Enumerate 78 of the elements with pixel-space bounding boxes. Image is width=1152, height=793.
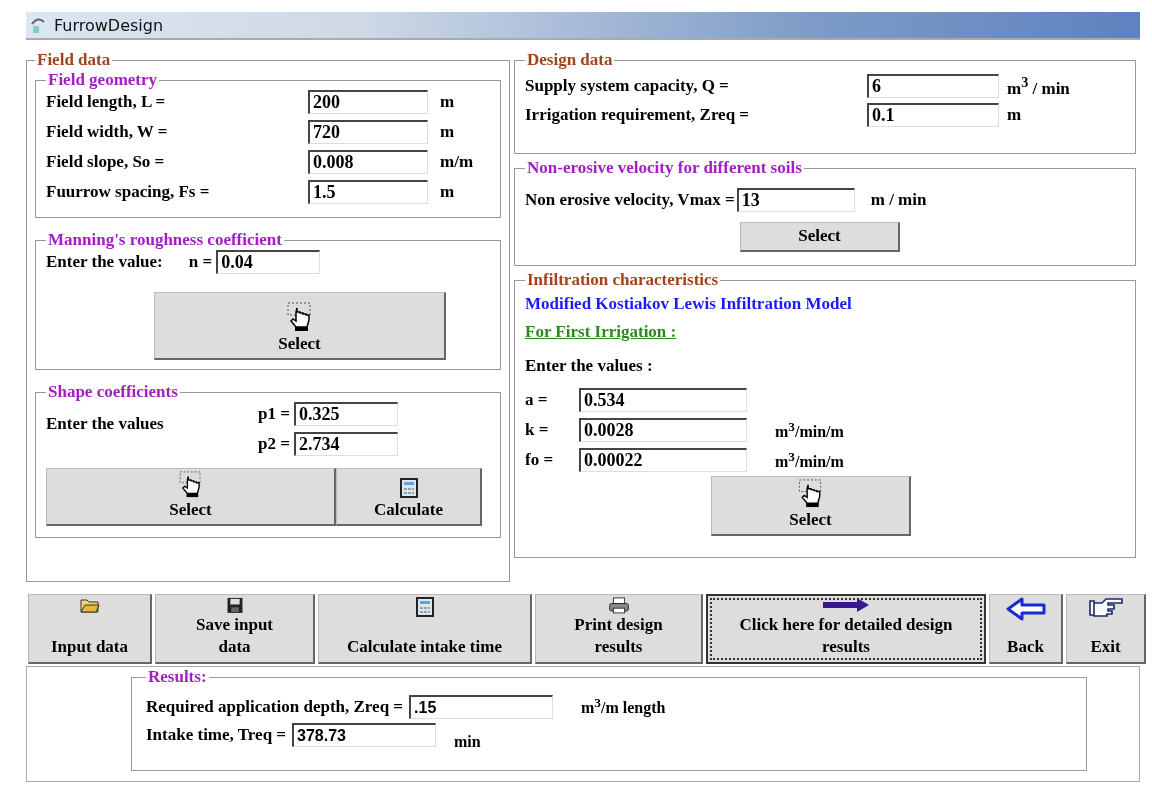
input-field[interactable]: 0.00022 bbox=[579, 448, 747, 472]
group-title: Non-erosive velocity for different soils bbox=[526, 158, 803, 178]
toolbar-button[interactable]: Exit bbox=[1066, 594, 1146, 664]
input-field[interactable]: 6 bbox=[867, 74, 999, 99]
folder-icon bbox=[79, 597, 100, 613]
field-label: p1 = bbox=[258, 404, 290, 424]
input-field[interactable]: 0.04 bbox=[216, 250, 321, 274]
calculate-button[interactable]: Calculate bbox=[336, 468, 482, 526]
field-label: a = bbox=[525, 390, 549, 410]
input-field[interactable]: .15 bbox=[409, 695, 554, 719]
unit-label: m / min bbox=[870, 190, 927, 210]
select-button[interactable]: Select bbox=[154, 292, 446, 360]
group-title: Infiltration characteristics bbox=[526, 270, 720, 290]
first-irrigation-link[interactable]: For First Irrigation : bbox=[525, 314, 677, 342]
group-title: Design data bbox=[526, 50, 614, 70]
group-title: Field geometry bbox=[47, 70, 159, 90]
printer-icon bbox=[607, 597, 630, 614]
input-field[interactable]: 200 bbox=[308, 90, 428, 114]
field-label: Fuurrow spacing, Fs = bbox=[46, 182, 211, 202]
toolbar-button[interactable]: Save input data bbox=[155, 594, 315, 664]
field-label: Supply system capacity, Q = bbox=[525, 76, 730, 97]
input-field[interactable]: 0.0028 bbox=[579, 418, 747, 442]
field-label: Enter the values bbox=[46, 413, 165, 435]
input-field[interactable]: 0.1 bbox=[867, 102, 999, 127]
input-field[interactable]: 1.5 bbox=[308, 180, 428, 204]
field-label: Field length, L = bbox=[46, 92, 167, 112]
unit-label: m$^{3}$/min/m bbox=[775, 448, 845, 472]
input-field[interactable]: 0.325 bbox=[293, 402, 398, 426]
unit-label: m bbox=[440, 182, 456, 202]
toolbar-button[interactable]: Print design results bbox=[535, 594, 703, 664]
unit-label: m bbox=[1007, 104, 1023, 125]
field-label: Irrigation requirement, Zreq = bbox=[525, 104, 751, 125]
unit-label: m bbox=[440, 92, 456, 112]
hand-cursor-icon bbox=[286, 302, 313, 332]
field-label: Intake time, Treq = bbox=[146, 725, 287, 745]
input-field[interactable]: 0.534 bbox=[579, 388, 747, 412]
field-label: Enter the value: bbox=[46, 252, 163, 272]
calculator-icon bbox=[399, 478, 418, 498]
field-label: Field width, W = bbox=[46, 122, 169, 142]
back-arrow-icon bbox=[1005, 597, 1046, 621]
model-title: Modified Kostiakov Lewis Infiltration Model bbox=[525, 293, 853, 314]
unit-label: m bbox=[440, 122, 456, 142]
input-field[interactable]: 2.734 bbox=[293, 432, 398, 456]
pointing-hand-icon bbox=[1087, 597, 1124, 619]
select-button[interactable]: Select bbox=[46, 468, 336, 526]
prompt-label: Enter the values : bbox=[525, 355, 654, 376]
field-label: fo = bbox=[525, 450, 555, 470]
unit-label: min bbox=[454, 732, 481, 751]
unit-label: m/m bbox=[440, 152, 475, 172]
arrow-right-icon bbox=[823, 598, 869, 612]
field-label: p2 = bbox=[258, 434, 290, 454]
hand-cursor-icon bbox=[797, 479, 824, 508]
toolbar-button[interactable]: Back bbox=[989, 594, 1063, 664]
symbol-label: n = bbox=[188, 252, 213, 272]
group-title: Manning's roughness coefficient bbox=[47, 230, 283, 250]
window-title: FurrowDesign bbox=[54, 15, 164, 35]
input-field[interactable]: 13 bbox=[736, 188, 855, 212]
group-title: Field data bbox=[36, 50, 112, 70]
field-label: Required application depth, Zreq = bbox=[146, 697, 404, 717]
select-button[interactable]: Select bbox=[711, 476, 911, 536]
input-field[interactable]: 0.008 bbox=[308, 150, 428, 174]
unit-label: m$^{3}$/m length bbox=[581, 695, 666, 718]
input-field[interactable]: 720 bbox=[308, 120, 428, 144]
toolbar-button[interactable]: Input data bbox=[28, 594, 152, 664]
toolbar-button[interactable]: Calculate intake time bbox=[318, 594, 532, 664]
select-button[interactable]: Select bbox=[740, 222, 900, 252]
field-label: Non erosive velocity, Vmax = bbox=[525, 190, 735, 210]
hand-cursor-icon bbox=[177, 471, 204, 498]
field-label: k = bbox=[525, 420, 550, 440]
input-field[interactable]: 378.73 bbox=[292, 723, 437, 747]
unit-label: m$^{3}$ / min bbox=[1007, 74, 1071, 99]
unit-label: m$^{3}$/min/m bbox=[775, 418, 845, 442]
group-title: Shape coefficients bbox=[47, 382, 179, 402]
calculator-icon bbox=[415, 597, 434, 617]
group-title: Results: bbox=[147, 667, 208, 687]
app-icon bbox=[30, 16, 46, 34]
toolbar-button[interactable]: Click here for detailed design results bbox=[706, 594, 986, 664]
field-label: Field slope, So = bbox=[46, 152, 166, 172]
